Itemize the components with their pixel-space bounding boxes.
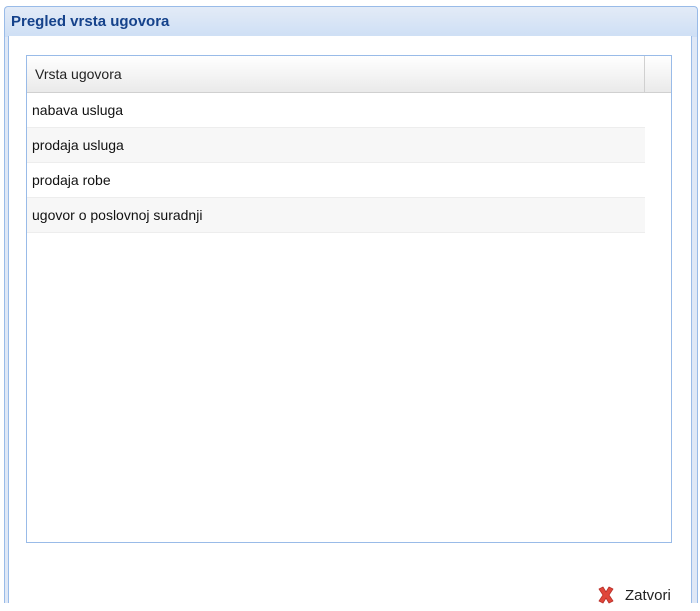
table-row[interactable]: prodaja usluga bbox=[27, 128, 645, 163]
dialog-title: Pregled vrsta ugovora bbox=[11, 13, 170, 30]
column-header-vrsta-ugovora[interactable]: Vrsta ugovora bbox=[27, 56, 645, 92]
grid-rows: nabava usluga prodaja usluga prodaja rob… bbox=[27, 93, 645, 233]
column-header-label: Vrsta ugovora bbox=[35, 66, 122, 82]
table-row[interactable]: prodaja robe bbox=[27, 163, 645, 198]
close-button-label: Zatvori bbox=[625, 586, 671, 604]
table-row[interactable]: ugovor o poslovnoj suradnji bbox=[27, 198, 645, 233]
grid-header: Vrsta ugovora bbox=[27, 56, 671, 93]
contract-types-grid: Vrsta ugovora nabava usluga prodaja uslu… bbox=[26, 55, 672, 543]
table-cell: prodaja usluga bbox=[32, 137, 124, 153]
table-row[interactable]: nabava usluga bbox=[27, 93, 645, 128]
close-button[interactable]: Zatvori bbox=[595, 582, 671, 608]
table-cell: ugovor o poslovnoj suradnji bbox=[32, 207, 203, 223]
grid-scroll-corner bbox=[645, 56, 671, 92]
dialog-header[interactable]: Pregled vrsta ugovora bbox=[5, 7, 697, 37]
table-cell: prodaja robe bbox=[32, 172, 111, 188]
table-cell: nabava usluga bbox=[32, 102, 124, 118]
